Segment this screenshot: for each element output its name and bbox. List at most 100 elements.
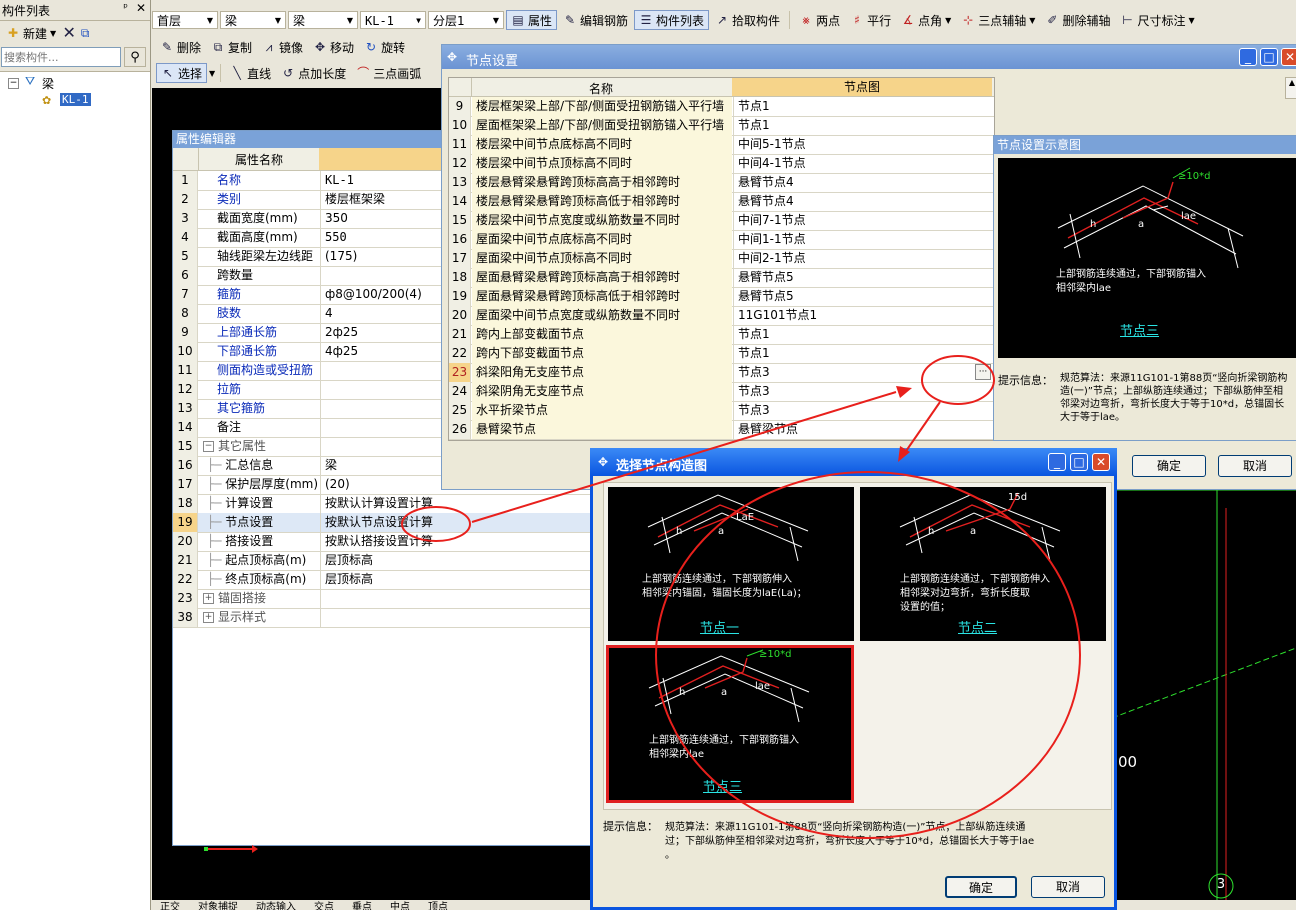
cancel-button[interactable]: 取消 bbox=[1031, 876, 1105, 898]
node-row[interactable]: 20 屋面梁中间节点宽度或纵筋数量不同时 11G101节点1 bbox=[449, 306, 994, 326]
copy-button[interactable]: ⧉ 复制 bbox=[207, 37, 256, 57]
status-tab[interactable]: 对象捕捉 bbox=[190, 900, 246, 910]
tree-root-label[interactable]: 梁 bbox=[42, 75, 54, 92]
status-tab[interactable]: 正交 bbox=[152, 900, 188, 910]
type-select[interactable]: 梁 ▼ bbox=[288, 11, 358, 29]
ok-button[interactable]: 确定 bbox=[1132, 455, 1206, 477]
ok-button[interactable]: 确定 bbox=[945, 876, 1017, 898]
select-dialog-titlebar[interactable]: ✥ 选择节点构造图 _ □ ✕ bbox=[590, 448, 1117, 476]
pick-component-button[interactable]: ↗ 拾取构件 bbox=[711, 10, 784, 30]
edit-rebar-button[interactable]: ✎ 编辑钢筋 bbox=[559, 10, 632, 30]
property-value[interactable]: 按默认搭接设置计算 bbox=[320, 532, 603, 551]
node-row[interactable]: 17 屋面梁中间节点顶标高不同时 中间2-1节点 bbox=[449, 249, 994, 269]
pin-icon[interactable]: ᵖ bbox=[123, 1, 128, 14]
parallel-button[interactable]: ♯ 平行 bbox=[846, 10, 895, 30]
node-value[interactable]: 节点3 bbox=[733, 363, 993, 382]
element-select[interactable]: KL-1 ▼ bbox=[360, 11, 426, 29]
move-button[interactable]: ✥ 移动 bbox=[309, 37, 358, 57]
node-value[interactable]: 节点3 bbox=[733, 382, 993, 401]
floor-select[interactable]: 首层 ▼ bbox=[152, 11, 218, 29]
node-value[interactable]: 中间2-1节点 bbox=[733, 249, 993, 268]
select-button[interactable]: ↖ 选择 bbox=[156, 63, 208, 83]
search-icon[interactable]: ⚲ bbox=[124, 47, 146, 67]
node-row[interactable]: 11 楼层梁中间节点底标高不同时 中间5-1节点 bbox=[449, 135, 994, 155]
delete-button[interactable]: ✎ 删除 bbox=[156, 37, 205, 57]
node-value[interactable]: 节点1 bbox=[733, 116, 993, 135]
node-settings-titlebar[interactable]: ✥ 节点设置 _ □ ✕ bbox=[442, 45, 1296, 69]
ellipsis-button[interactable]: ··· bbox=[975, 364, 991, 380]
three-point-axis-button[interactable]: ⊹ 三点辅轴 ▼ bbox=[957, 10, 1039, 30]
maximize-button[interactable]: □ bbox=[1260, 48, 1278, 66]
property-value[interactable]: 按默认计算设置计算 bbox=[320, 494, 603, 513]
node-value[interactable]: 11G101节点1 bbox=[733, 306, 993, 325]
close-icon[interactable]: ✕ bbox=[136, 1, 146, 15]
node-value[interactable]: 中间5-1节点 bbox=[733, 135, 993, 154]
node-row[interactable]: 13 楼层悬臂梁悬臂跨顶标高高于相邻跨时 悬臂节点4 bbox=[449, 173, 994, 193]
tree-item-kl1[interactable]: KL-1 bbox=[60, 93, 91, 106]
minimize-button[interactable]: _ bbox=[1239, 48, 1257, 66]
node-row[interactable]: 14 楼层悬臂梁悬臂跨顶标高低于相邻跨时 悬臂节点4 bbox=[449, 192, 994, 212]
node-row[interactable]: 21 跨内上部变截面节点 节点1 bbox=[449, 325, 994, 345]
node-row[interactable]: 12 楼层梁中间节点顶标高不同时 中间4-1节点 bbox=[449, 154, 994, 174]
property-value[interactable] bbox=[320, 589, 603, 608]
rotate-button[interactable]: ↻ 旋转 bbox=[360, 37, 409, 57]
node-option-3[interactable]: ≥10*d lae a h 上部钢筋连续通过，下部钢筋锚入 相邻梁内lae 节点… bbox=[606, 645, 854, 803]
node-row[interactable]: 15 楼层梁中间节点宽度或纵筋数量不同时 中间7-1节点 bbox=[449, 211, 994, 231]
node-value[interactable]: 中间4-1节点 bbox=[733, 154, 993, 173]
copy-icon[interactable]: ⧉ bbox=[78, 26, 92, 40]
scrollbar[interactable]: ▲ bbox=[1285, 77, 1296, 99]
node-row[interactable]: 19 屋面悬臂梁悬臂跨顶标高低于相邻跨时 悬臂节点5 bbox=[449, 287, 994, 307]
node-option-1[interactable]: LaE a h 上部钢筋连续通过，下部钢筋伸入 相邻梁内锚固，锚固长度为laE(… bbox=[608, 487, 854, 641]
property-row[interactable]: 19 ├─ 节点设置 按默认节点设置计算 bbox=[173, 513, 603, 533]
property-row[interactable]: 38 + 显示样式 bbox=[173, 608, 603, 628]
property-value[interactable]: 层顶标高 bbox=[320, 551, 603, 570]
search-input[interactable] bbox=[1, 47, 121, 67]
three-point-arc-button[interactable]: ⌒ 三点画弧 bbox=[352, 63, 425, 83]
status-tab[interactable]: 动态输入 bbox=[248, 900, 304, 910]
collapse-icon[interactable]: − bbox=[8, 78, 19, 89]
category-select[interactable]: 梁 ▼ bbox=[220, 11, 286, 29]
expand-icon[interactable]: + bbox=[203, 612, 214, 623]
collapse-icon[interactable]: − bbox=[203, 441, 214, 452]
delete-icon[interactable]: ✕ bbox=[62, 25, 76, 41]
node-row[interactable]: 25 水平折梁节点 节点3 bbox=[449, 401, 994, 421]
status-tab[interactable]: 垂点 bbox=[344, 900, 380, 910]
node-value[interactable]: 节点3 bbox=[733, 401, 993, 420]
node-value[interactable]: 悬臂节点4 bbox=[733, 173, 993, 192]
minimize-button[interactable]: _ bbox=[1048, 453, 1066, 471]
property-row[interactable]: 21 ├─ 起点顶标高(m) 层顶标高 bbox=[173, 551, 603, 571]
node-row[interactable]: 26 悬臂梁节点 悬臂梁节点 bbox=[449, 420, 994, 440]
chevron-down-icon[interactable]: ▼ bbox=[209, 69, 215, 78]
node-value[interactable]: 悬臂节点5 bbox=[733, 287, 993, 306]
layer-select[interactable]: 分层1 ▼ bbox=[428, 11, 504, 29]
node-value[interactable]: 中间1-1节点 bbox=[733, 230, 993, 249]
maximize-button[interactable]: □ bbox=[1070, 453, 1088, 471]
dimension-button[interactable]: ⊢ 尺寸标注 ▼ bbox=[1116, 10, 1198, 30]
new-button[interactable]: ✚ 新建 ▼ bbox=[2, 23, 60, 43]
node-option-2[interactable]: 15d a h 上部钢筋连续通过，下部钢筋伸入 相邻梁对边弯折，弯折长度取 设置… bbox=[860, 487, 1106, 641]
node-row[interactable]: 23 斜梁阳角无支座节点 节点3 ··· bbox=[449, 363, 994, 383]
close-button[interactable]: ✕ bbox=[1281, 48, 1296, 66]
component-list-button[interactable]: ☰ 构件列表 bbox=[634, 10, 710, 30]
cancel-button[interactable]: 取消 bbox=[1218, 455, 1292, 477]
node-row[interactable]: 18 屋面悬臂梁悬臂跨顶标高高于相邻跨时 悬臂节点5 bbox=[449, 268, 994, 288]
node-value[interactable]: 节点1 bbox=[733, 97, 993, 116]
mirror-button[interactable]: ⩘ 镜像 bbox=[258, 37, 307, 57]
line-button[interactable]: ╲ 直线 bbox=[226, 63, 275, 83]
delete-axis-button[interactable]: ✐ 删除辅轴 bbox=[1041, 10, 1114, 30]
close-button[interactable]: ✕ bbox=[1092, 453, 1110, 471]
node-value[interactable]: 悬臂梁节点 bbox=[733, 420, 993, 439]
status-tab[interactable]: 交点 bbox=[306, 900, 342, 910]
node-value[interactable]: 悬臂节点5 bbox=[733, 268, 993, 287]
property-row[interactable]: 23 + 锚固搭接 bbox=[173, 589, 603, 609]
status-tab[interactable]: 顶点 bbox=[420, 900, 456, 910]
node-value[interactable]: 节点1 bbox=[733, 325, 993, 344]
property-value[interactable]: 层顶标高 bbox=[320, 570, 603, 589]
point-angle-button[interactable]: ∡ 点角 ▼ bbox=[897, 10, 955, 30]
status-tab[interactable]: 中点 bbox=[382, 900, 418, 910]
node-row[interactable]: 24 斜梁阴角无支座节点 节点3 bbox=[449, 382, 994, 402]
expand-icon[interactable]: + bbox=[203, 593, 214, 604]
point-length-button[interactable]: ↺ 点加长度 bbox=[277, 63, 350, 83]
node-value[interactable]: 悬臂节点4 bbox=[733, 192, 993, 211]
property-row[interactable]: 20 ├─ 搭接设置 按默认搭接设置计算 bbox=[173, 532, 603, 552]
